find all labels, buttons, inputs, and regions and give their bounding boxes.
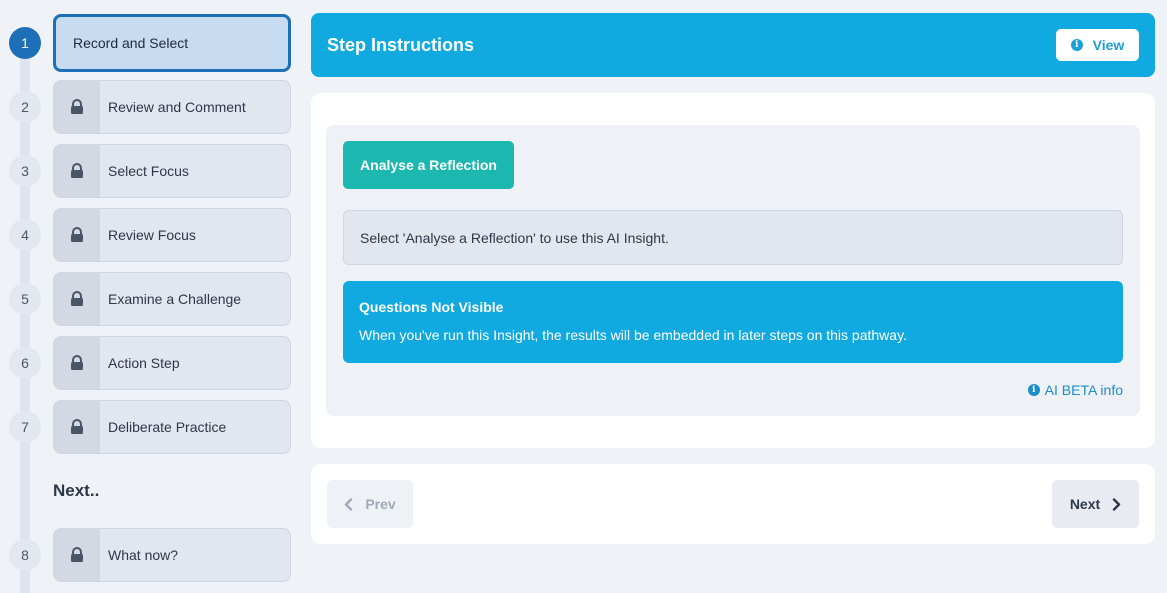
prev-button[interactable]: Prev [327,480,413,528]
step-number-7: 7 [9,411,41,443]
step-number-4: 4 [9,219,41,251]
info-circle-icon [1070,39,1083,51]
view-button-label: View [1092,37,1125,53]
step-instructions-header: Step Instructions View [311,13,1155,77]
step-label: Examine a Challenge [108,291,242,307]
ai-beta-info-label: AI BETA info [1044,382,1123,398]
step-select-focus[interactable]: Select Focus [53,144,291,198]
step-number-3: 3 [9,155,41,187]
step-review-focus[interactable]: Review Focus [53,208,291,262]
chevron-right-icon [1112,497,1121,511]
info-circle-icon [1027,384,1040,396]
step-number-1: 1 [9,27,41,59]
chevron-left-icon [344,497,353,511]
step-number-5: 5 [9,283,41,315]
step-label: Select Focus [108,163,189,179]
step-review-and-comment[interactable]: Review and Comment [53,80,291,134]
header-title: Step Instructions [327,34,475,55]
step-action-step[interactable]: Action Step [53,336,291,390]
navigation-panel: Prev Next [311,464,1155,544]
next-button[interactable]: Next [1052,480,1139,528]
ai-beta-info-link[interactable]: AI BETA info [1027,382,1123,398]
main-panel: Analyse a Reflection Select 'Analyse a R… [311,93,1155,448]
step-label: Action Step [108,355,180,371]
lock-icon [54,273,100,325]
prev-button-label: Prev [365,496,396,512]
step-number-8: 8 [9,539,41,571]
analyse-reflection-button[interactable]: Analyse a Reflection [343,141,514,189]
lock-icon [54,145,100,197]
step-label: Deliberate Practice [108,419,227,435]
questions-not-visible-notice: Questions Not Visible When you've run th… [343,281,1123,363]
step-record-and-select[interactable]: Record and Select [53,14,291,72]
notice-title: Questions Not Visible [359,299,504,315]
step-label: Review Focus [108,227,196,243]
step-label: What now? [108,547,179,563]
hint-box: Select 'Analyse a Reflection' to use thi… [343,210,1123,265]
notice-body: When you've run this Insight, the result… [359,327,907,343]
lock-icon [54,209,100,261]
step-examine-a-challenge[interactable]: Examine a Challenge [53,272,291,326]
step-number-6: 6 [9,347,41,379]
step-number-2: 2 [9,91,41,123]
next-heading: Next.. [53,481,100,500]
step-label: Record and Select [73,35,189,51]
step-what-now[interactable]: What now? [53,528,291,582]
step-label: Review and Comment [108,99,246,115]
lock-icon [54,81,100,133]
lock-icon [54,529,100,581]
step-deliberate-practice[interactable]: Deliberate Practice [53,400,291,454]
lock-icon [54,337,100,389]
insight-panel: Analyse a Reflection Select 'Analyse a R… [326,125,1140,416]
view-button[interactable]: View [1056,29,1139,61]
next-button-label: Next [1069,496,1101,512]
lock-icon [54,401,100,453]
